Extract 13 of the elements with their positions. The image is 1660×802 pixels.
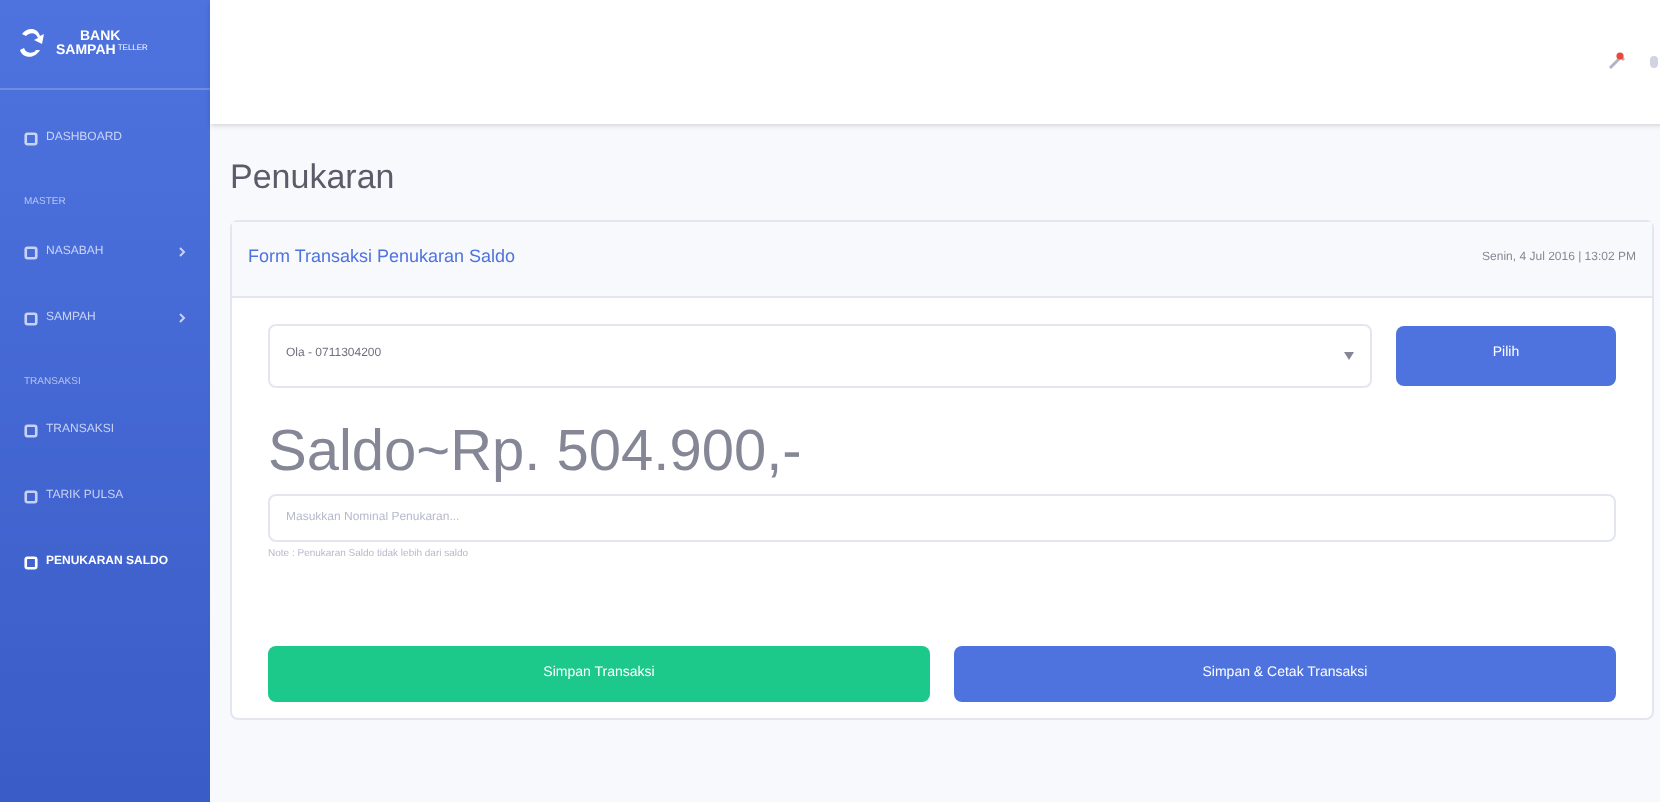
chevron-right-icon <box>178 246 186 258</box>
dropdown-caret-icon <box>1344 351 1354 359</box>
menu-item-icon <box>24 245 38 259</box>
recycle-icon <box>16 26 48 62</box>
card-title: Form Transaksi Penukaran Saldo <box>248 244 516 271</box>
menu-item-icon <box>24 424 38 438</box>
menu-item-icon <box>24 556 38 570</box>
menu-item-icon <box>24 311 38 325</box>
menu-item-icon <box>24 490 38 504</box>
chevron-right-icon <box>178 312 186 324</box>
menu-item-icon <box>24 132 38 146</box>
balance-amount: Saldo~Rp. 504.900,- <box>268 417 804 487</box>
page-title: Penukaran <box>230 156 397 200</box>
